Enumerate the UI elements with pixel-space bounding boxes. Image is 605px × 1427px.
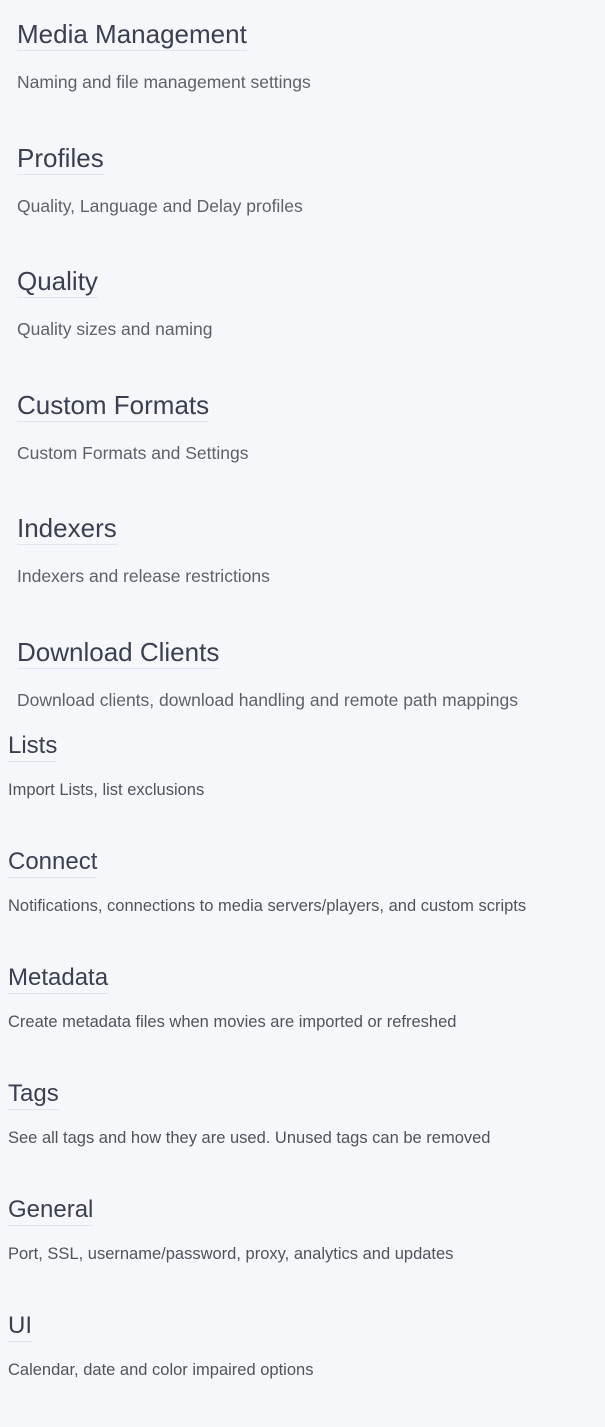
- settings-item-tags: Tags See all tags and how they are used. …: [8, 1079, 526, 1195]
- settings-link-download-clients[interactable]: Download Clients: [17, 636, 220, 669]
- settings-description: Naming and file management settings: [17, 72, 311, 92]
- settings-item-profiles: Profiles Quality, Language and Delay prof…: [17, 142, 605, 266]
- settings-link-profiles[interactable]: Profiles: [17, 142, 104, 175]
- settings-list-primary: Media Management Naming and file manageme…: [0, 0, 605, 759]
- settings-description: Indexers and release restrictions: [17, 566, 270, 586]
- settings-description: See all tags and how they are used. Unus…: [8, 1129, 491, 1147]
- settings-description: Import Lists, list exclusions: [8, 781, 205, 799]
- settings-item-media-management: Media Management Naming and file manageme…: [17, 18, 605, 142]
- settings-link-ui[interactable]: UI: [8, 1311, 32, 1342]
- settings-link-tags[interactable]: Tags: [8, 1079, 59, 1110]
- settings-item-general: General Port, SSL, username/password, pro…: [8, 1195, 526, 1311]
- settings-list-secondary: Lists Import Lists, list exclusions Connec…: [0, 731, 526, 1427]
- settings-item-connect: Connect Notifications, connections to med…: [8, 847, 526, 963]
- settings-item-custom-formats: Custom Formats Custom Formats and Setting…: [17, 389, 605, 513]
- settings-link-metadata[interactable]: Metadata: [8, 963, 109, 994]
- settings-item-ui: UI Calendar, date and color impaired opti…: [8, 1311, 526, 1427]
- settings-item-metadata: Metadata Create metadata files when movie…: [8, 963, 526, 1079]
- settings-description: Calendar, date and color impaired option…: [8, 1361, 314, 1379]
- settings-description: Quality, Language and Delay profiles: [17, 195, 303, 216]
- settings-link-connect[interactable]: Connect: [8, 847, 98, 878]
- settings-link-custom-formats[interactable]: Custom Formats: [17, 389, 210, 422]
- settings-item-indexers: Indexers Indexers and release restriction…: [17, 512, 605, 636]
- settings-item-quality: Quality Quality sizes and naming: [17, 265, 605, 389]
- settings-description: Notifications, connections to media serv…: [8, 897, 527, 915]
- settings-link-quality[interactable]: Quality: [17, 265, 98, 298]
- settings-link-media-management[interactable]: Media Management: [17, 18, 247, 51]
- settings-link-lists[interactable]: Lists: [8, 731, 58, 762]
- settings-link-indexers[interactable]: Indexers: [17, 512, 117, 545]
- settings-description: Custom Formats and Settings: [17, 442, 249, 463]
- settings-item-lists: Lists Import Lists, list exclusions: [8, 731, 526, 847]
- settings-description: Download clients, download handling and …: [17, 689, 519, 710]
- settings-description: Create metadata files when movies are im…: [8, 1013, 457, 1031]
- settings-link-general[interactable]: General: [8, 1195, 94, 1226]
- settings-description: Quality sizes and naming: [17, 319, 213, 339]
- settings-description: Port, SSL, username/password, proxy, ana…: [8, 1245, 454, 1263]
